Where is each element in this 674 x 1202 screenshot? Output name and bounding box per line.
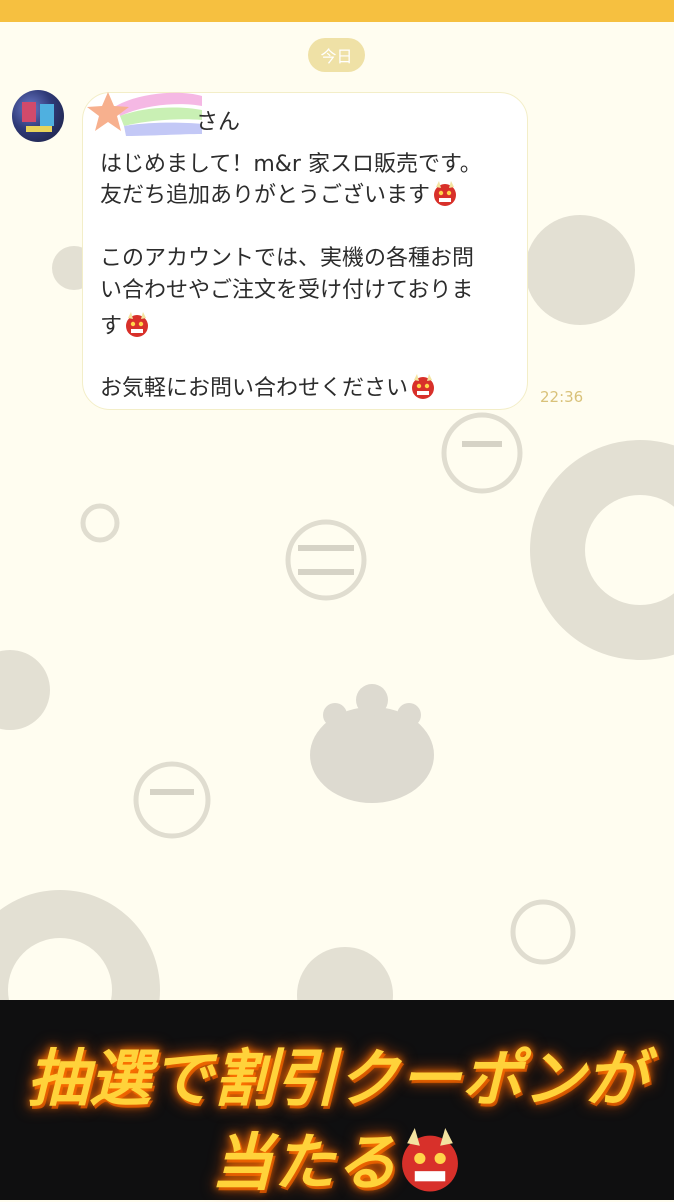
message-line-5: い合わせやご注文を受け付けておりま [100, 278, 474, 303]
message-line-3: 友だち追加ありがとうございます [100, 177, 458, 209]
shooting-star-sticker-icon [87, 92, 202, 136]
banner-line-2: 当たる [0, 1112, 674, 1202]
oni-face-icon [412, 374, 435, 399]
message-line-2: はじめまして！m&r 家スロ販売です。 [100, 152, 482, 177]
promo-banner: 抽選で割引クーポンが 当たる [0, 1000, 674, 1200]
message-timestamp: 22:36 [540, 388, 584, 406]
message-line-6: す [100, 308, 150, 340]
message-line-7: お気軽にお問い合わせください [100, 370, 436, 402]
oni-face-icon [402, 1128, 458, 1192]
message-line-1: さん [196, 110, 241, 135]
banner-line-1: 抽選で割引クーポンが [26, 1042, 647, 1115]
oni-face-icon [126, 312, 149, 337]
oni-face-icon [434, 181, 457, 206]
date-pill: 今日 [308, 38, 365, 72]
avatar[interactable] [12, 90, 64, 142]
message-line-4: このアカウントでは、実機の各種お問 [100, 246, 475, 271]
